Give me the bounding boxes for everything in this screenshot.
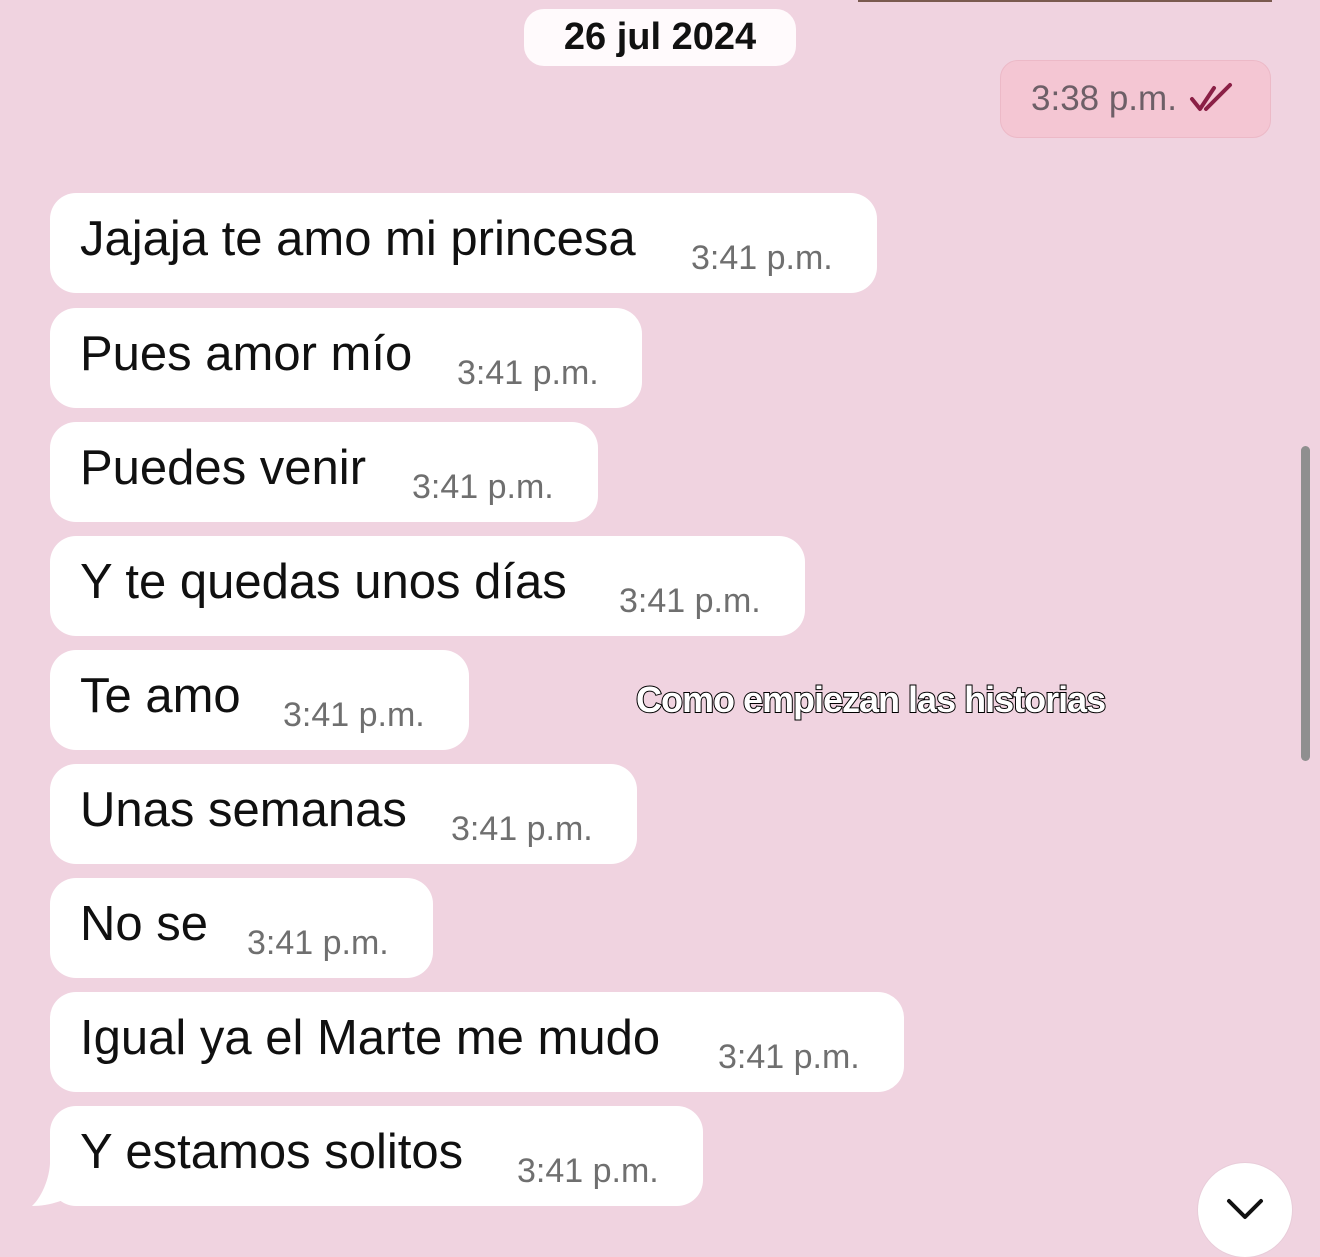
incoming-message-bubble[interactable]: Te amo 3:41 p.m.	[50, 650, 469, 750]
message-time: 3:41 p.m.	[412, 468, 554, 506]
message-text: Puedes venir	[80, 441, 367, 495]
incoming-message-bubble[interactable]: Y te quedas unos días 3:41 p.m.	[50, 536, 805, 636]
incoming-message-bubble[interactable]: Jajaja te amo mi princesa 3:41 p.m.	[50, 193, 877, 293]
message-text: Y estamos solitos	[80, 1125, 464, 1179]
date-separator: 26 jul 2024	[524, 9, 796, 66]
scroll-down-button[interactable]	[1198, 1163, 1292, 1257]
chevron-down-icon	[1227, 1199, 1263, 1219]
sent-message-bubble[interactable]: 3:38 p.m.	[1000, 60, 1271, 138]
message-time: 3:41 p.m.	[517, 1152, 659, 1190]
message-time: 3:41 p.m.	[283, 696, 425, 734]
message-text: Igual ya el Marte me mudo	[80, 1011, 661, 1065]
message-text: Te amo	[80, 669, 241, 723]
message-time: 3:41 p.m.	[619, 582, 761, 620]
message-text: Y te quedas unos días	[80, 555, 567, 609]
message-text: Unas semanas	[80, 783, 407, 837]
date-label: 26 jul 2024	[563, 16, 757, 58]
double-check-icon	[1189, 83, 1232, 111]
message-time: 3:41 p.m.	[691, 239, 833, 277]
top-media-edge	[858, 0, 1272, 2]
message-time: 3:41 p.m.	[457, 354, 599, 392]
message-text: No se	[80, 897, 209, 951]
incoming-message-bubble[interactable]: Unas semanas 3:41 p.m.	[50, 764, 637, 864]
incoming-message-bubble[interactable]: Pues amor mío 3:41 p.m.	[50, 308, 642, 408]
incoming-message-bubble[interactable]: Puedes venir 3:41 p.m.	[50, 422, 598, 522]
incoming-message-bubble[interactable]: Igual ya el Marte me mudo 3:41 p.m.	[50, 992, 904, 1092]
sent-message-time: 3:38 p.m.	[1031, 79, 1177, 118]
message-text: Pues amor mío	[80, 327, 413, 381]
incoming-message-bubble[interactable]: Y estamos solitos 3:41 p.m.	[50, 1106, 703, 1206]
message-time: 3:41 p.m.	[247, 924, 389, 962]
message-text: Jajaja te amo mi princesa	[80, 212, 636, 266]
overlay-caption: Como empiezan las historias	[635, 678, 1107, 721]
message-time: 3:41 p.m.	[451, 810, 593, 848]
vertical-scrollbar[interactable]	[1301, 446, 1310, 761]
message-time: 3:41 p.m.	[718, 1038, 860, 1076]
incoming-message-bubble[interactable]: No se 3:41 p.m.	[50, 878, 433, 978]
